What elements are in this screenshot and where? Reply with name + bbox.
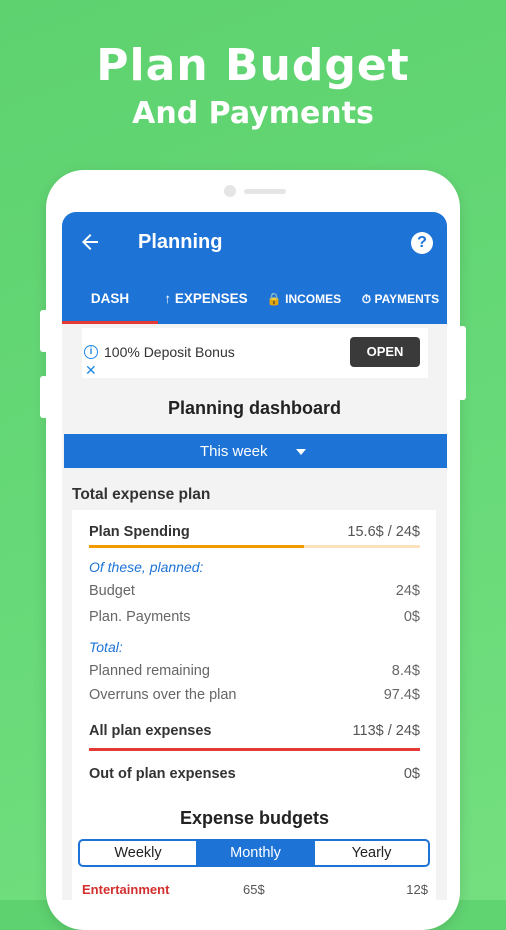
app-bar: Planning ? DASH ↑ EXPENSES 🔒 INCOMES ⏱ P…	[62, 212, 447, 324]
active-tab-indicator	[62, 321, 158, 324]
plan-payments-row: Plan. Payments 0$	[89, 609, 420, 625]
progress-fill	[89, 545, 305, 548]
dashboard-title: Planning dashboard	[167, 398, 341, 418]
phone-side-button	[40, 310, 48, 352]
overruns-row: Overruns over the plan 97.4$	[89, 687, 420, 703]
info-icon[interactable]: i	[84, 345, 98, 359]
row-value: 24$	[395, 583, 420, 599]
budget-limit: 12$	[406, 882, 428, 897]
plan-spending-row: Plan Spending 15.6$ / 24$	[89, 524, 420, 540]
page-title: Planning	[138, 231, 223, 253]
back-arrow-icon[interactable]	[78, 230, 102, 254]
tab-label: ⏱ PAYMENTS	[361, 292, 440, 306]
phone-side-button	[40, 376, 48, 418]
tab-expenses[interactable]: ↑ EXPENSES	[160, 280, 252, 324]
row-label: Plan. Payments	[89, 609, 191, 625]
ad-banner[interactable]: i 100% Deposit Bonus ✕ OPEN	[82, 328, 428, 378]
budget-row: Budget 24$	[89, 583, 420, 599]
budget-period-toggle: Weekly Monthly Yearly	[78, 839, 430, 867]
expense-budgets-title: Expense budgets	[179, 808, 330, 828]
row-value: 15.6$ / 24$	[347, 524, 420, 540]
tab-dash[interactable]: DASH	[62, 280, 158, 324]
phone-side-button	[458, 326, 466, 400]
close-icon[interactable]: ✕	[85, 362, 97, 379]
plan-spending-progress	[89, 545, 420, 548]
out-of-plan-row: Out of plan expenses 0$	[89, 766, 420, 782]
dropdown-caret-icon	[296, 449, 306, 455]
phone-camera	[224, 185, 236, 197]
segment-monthly[interactable]: Monthly	[197, 841, 314, 865]
app-screen: Planning ? DASH ↑ EXPENSES 🔒 INCOMES ⏱ P…	[62, 212, 447, 900]
planned-heading: Of these, planned:	[89, 559, 204, 575]
all-plan-progress	[89, 748, 420, 751]
planned-remaining-row: Planned remaining 8.4$	[89, 663, 420, 679]
period-selector[interactable]: This week	[64, 434, 447, 468]
tab-payments[interactable]: ⏱ PAYMENTS	[354, 280, 447, 324]
row-label: Overruns over the plan	[89, 687, 237, 703]
tab-label: ↑ EXPENSES	[164, 291, 248, 306]
row-value: 0$	[403, 609, 420, 625]
hero-title: Plan Budget	[96, 40, 410, 91]
row-label: Budget	[89, 583, 135, 599]
row-label: Out of plan expenses	[89, 766, 236, 782]
row-value: 97.4$	[383, 687, 420, 703]
budget-name: Entertainment	[82, 882, 170, 897]
row-label: Planned remaining	[89, 663, 210, 679]
ad-open-button[interactable]: OPEN	[350, 337, 420, 367]
phone-speaker	[244, 189, 286, 194]
budget-item[interactable]: Entertainment 65$ 12$	[82, 882, 428, 897]
period-label: This week	[200, 443, 268, 460]
hero-subtitle: And Payments	[132, 96, 374, 131]
ad-text: 100% Deposit Bonus	[104, 344, 235, 360]
tab-bar: DASH ↑ EXPENSES 🔒 INCOMES ⏱ PAYMENTS	[62, 280, 447, 324]
row-value: 113$ / 24$	[352, 723, 420, 739]
segment-yearly[interactable]: Yearly	[315, 841, 428, 865]
total-heading: Total:	[89, 639, 123, 655]
all-plan-expenses-row: All plan expenses 113$ / 24$	[89, 723, 420, 739]
help-icon[interactable]: ?	[411, 232, 433, 254]
row-label: Plan Spending	[89, 524, 190, 540]
tab-label: DASH	[90, 291, 130, 306]
budget-spent: 65$	[243, 882, 265, 897]
tab-label: 🔒 INCOMES	[266, 292, 342, 306]
tab-incomes[interactable]: 🔒 INCOMES	[260, 280, 348, 324]
row-label: All plan expenses	[89, 723, 212, 739]
row-value: 8.4$	[391, 663, 420, 679]
segment-weekly[interactable]: Weekly	[80, 841, 196, 865]
row-value: 0$	[403, 766, 420, 782]
section-title: Total expense plan	[72, 486, 211, 503]
